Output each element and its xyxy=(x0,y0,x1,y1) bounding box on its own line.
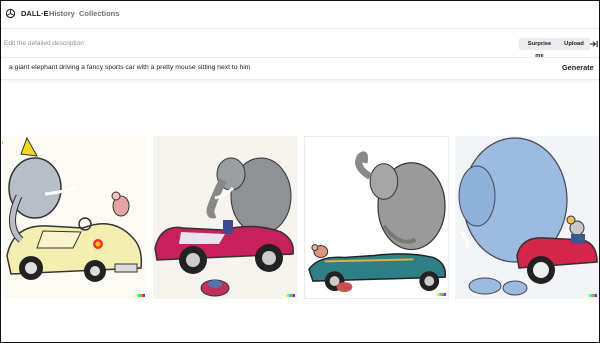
upload-button[interactable]: Upload xyxy=(558,38,590,50)
openai-logo-icon[interactable] xyxy=(5,8,16,19)
signature-stripe xyxy=(135,294,145,297)
signature-stripe xyxy=(587,294,597,297)
generated-image-3[interactable] xyxy=(304,136,449,299)
nav-history[interactable]: History xyxy=(49,9,75,18)
prompt-input[interactable]: a giant elephant driving a fancy sports … xyxy=(9,64,250,71)
prompt-label: Edit the detailed description xyxy=(4,40,84,47)
nav-brand-dalle[interactable]: DALL·E xyxy=(21,9,49,18)
nav-collections[interactable]: Collections xyxy=(79,9,119,18)
app-window: DALL·E History Collections Edit the deta… xyxy=(0,0,600,343)
image-gallery xyxy=(3,136,599,299)
generated-image-1[interactable] xyxy=(3,136,147,299)
generated-image-2[interactable] xyxy=(153,136,297,299)
blue-elephant-red-car-illustration xyxy=(455,136,599,299)
arrow-right-to-bar-icon[interactable] xyxy=(589,39,598,49)
prompt-input-row: a giant elephant driving a fancy sports … xyxy=(1,57,599,80)
top-nav: DALL·E History Collections xyxy=(1,1,599,29)
elephant-pink-car-illustration xyxy=(153,136,297,299)
surprise-me-button[interactable]: Surprise me xyxy=(519,38,560,59)
elephant-teal-car-illustration xyxy=(305,137,448,298)
elephant-yellow-car-illustration xyxy=(3,136,147,299)
generate-button[interactable]: Generate xyxy=(562,63,594,72)
generated-image-4[interactable] xyxy=(455,136,599,299)
signature-stripe xyxy=(285,294,295,297)
signature-stripe xyxy=(436,293,446,296)
